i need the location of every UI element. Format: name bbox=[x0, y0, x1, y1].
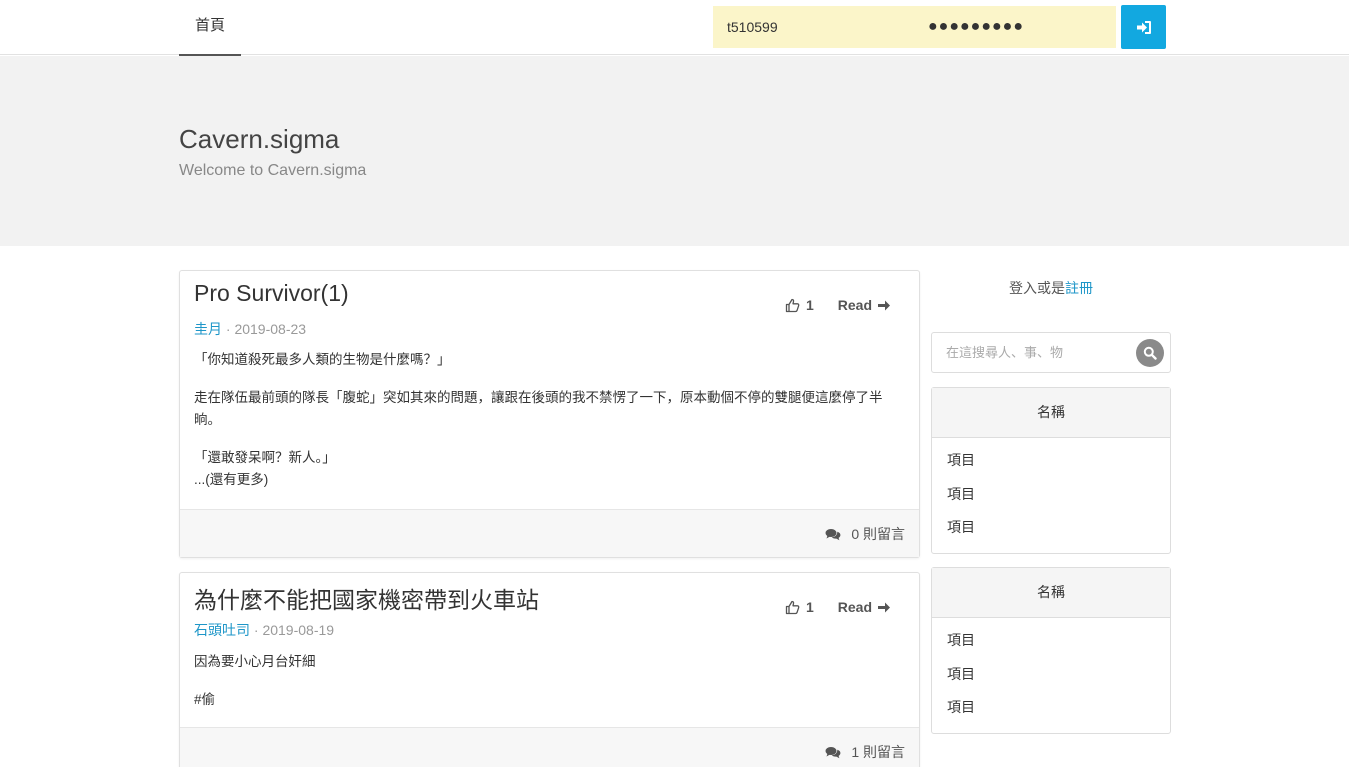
post-meta: 圭月 · 2019-08-23 bbox=[194, 319, 306, 339]
post-footer: 0 則留言 bbox=[180, 509, 919, 557]
username-input[interactable] bbox=[727, 6, 917, 48]
read-label: Read bbox=[837, 297, 872, 313]
post-excerpt: 因為要小心月台奸細 #偷 bbox=[194, 651, 904, 727]
read-button[interactable]: Read bbox=[838, 599, 891, 615]
post-paragraph: #偷 bbox=[194, 692, 216, 707]
arrow-right-icon bbox=[878, 300, 890, 310]
post-actions: 1 Read bbox=[785, 599, 891, 615]
panel-list: 項目 項目 項目 bbox=[932, 438, 1170, 553]
login-form bbox=[713, 6, 1116, 48]
top-navbar: 首頁 bbox=[0, 0, 1349, 56]
like-count: 1 bbox=[805, 297, 814, 313]
panel-item[interactable]: 項目 bbox=[932, 478, 1170, 512]
post-paragraph: 走在隊伍最前頭的隊長「腹蛇」突如其來的問題，讓跟在後頭的我不禁愣了一下，原本動個… bbox=[194, 390, 883, 427]
comments-link[interactable]: 1 則留言 bbox=[825, 742, 905, 762]
panel-title: 名稱 bbox=[932, 568, 1170, 618]
comment-count: 1 則留言 bbox=[851, 744, 905, 760]
panel-item[interactable]: 項目 bbox=[932, 691, 1170, 725]
post-title[interactable]: 為什麼不能把國家機密帶到火車站 bbox=[194, 581, 539, 615]
panel-item[interactable]: 項目 bbox=[932, 444, 1170, 478]
post-card: Pro Survivor(1) 1 Read 圭月 · 2019-08-23 「… bbox=[179, 270, 920, 558]
like-button[interactable]: 1 bbox=[785, 599, 814, 615]
comments-icon bbox=[825, 528, 841, 540]
search-input[interactable] bbox=[946, 333, 1136, 372]
post-author[interactable]: 圭月 bbox=[194, 321, 222, 337]
sidebar-panel: 名稱 項目 項目 項目 bbox=[931, 567, 1171, 734]
panel-title: 名稱 bbox=[932, 388, 1170, 438]
comments-link[interactable]: 0 則留言 bbox=[825, 524, 905, 544]
like-button[interactable]: 1 bbox=[785, 297, 814, 313]
login-hint: 登入或是註冊 bbox=[932, 278, 1170, 298]
site-title: Cavern.sigma bbox=[179, 124, 340, 154]
read-label: Read bbox=[837, 599, 872, 615]
post-title[interactable]: Pro Survivor(1) bbox=[194, 280, 349, 307]
search-button[interactable] bbox=[1136, 339, 1164, 367]
post-paragraph: 「你知道殺死最多人類的生物是什麼嗎？」 bbox=[194, 352, 451, 367]
post-date: 2019-08-19 bbox=[262, 622, 335, 638]
sidebar-panel: 名稱 項目 項目 項目 bbox=[931, 387, 1171, 554]
post-card: 為什麼不能把國家機密帶到火車站 1 Read 石頭吐司 · 2019-08-19… bbox=[179, 572, 920, 767]
login-button[interactable] bbox=[1121, 5, 1166, 49]
post-paragraph: 因為要小心月台奸細 bbox=[194, 654, 316, 669]
comment-count: 0 則留言 bbox=[851, 526, 905, 542]
sign-in-icon bbox=[1136, 20, 1151, 34]
panel-list: 項目 項目 項目 bbox=[932, 618, 1170, 733]
nav-home-tab[interactable]: 首頁 bbox=[179, 0, 241, 56]
post-footer: 1 則留言 bbox=[180, 727, 919, 767]
read-more-text: ...(還有更多) bbox=[194, 472, 269, 487]
panel-item[interactable]: 項目 bbox=[932, 658, 1170, 692]
login-hint-text: 登入或是 bbox=[1009, 280, 1065, 296]
panel-item[interactable]: 項目 bbox=[932, 624, 1170, 658]
search-icon bbox=[1143, 346, 1157, 360]
arrow-right-icon bbox=[878, 602, 890, 612]
register-link[interactable]: 註冊 bbox=[1065, 280, 1093, 296]
thumbs-up-icon bbox=[785, 600, 800, 614]
post-meta: 石頭吐司 · 2019-08-19 bbox=[194, 620, 334, 640]
thumbs-up-icon bbox=[785, 298, 800, 312]
panel-item[interactable]: 項目 bbox=[932, 511, 1170, 545]
search-box bbox=[931, 332, 1171, 373]
comments-icon bbox=[825, 746, 841, 758]
post-author[interactable]: 石頭吐司 bbox=[194, 622, 250, 638]
like-count: 1 bbox=[805, 599, 814, 615]
hero-banner: Cavern.sigma Welcome to Cavern.sigma bbox=[0, 56, 1349, 246]
post-actions: 1 Read bbox=[785, 297, 891, 313]
post-paragraph: 「還敢發呆啊？新人。」 bbox=[194, 450, 336, 465]
password-input[interactable] bbox=[928, 6, 1108, 48]
site-subtitle: Welcome to Cavern.sigma bbox=[179, 162, 367, 179]
post-date: 2019-08-23 bbox=[234, 321, 307, 337]
read-button[interactable]: Read bbox=[838, 297, 891, 313]
post-excerpt: 「你知道殺死最多人類的生物是什麼嗎？」 走在隊伍最前頭的隊長「腹蛇」突如其來的問… bbox=[194, 349, 904, 491]
